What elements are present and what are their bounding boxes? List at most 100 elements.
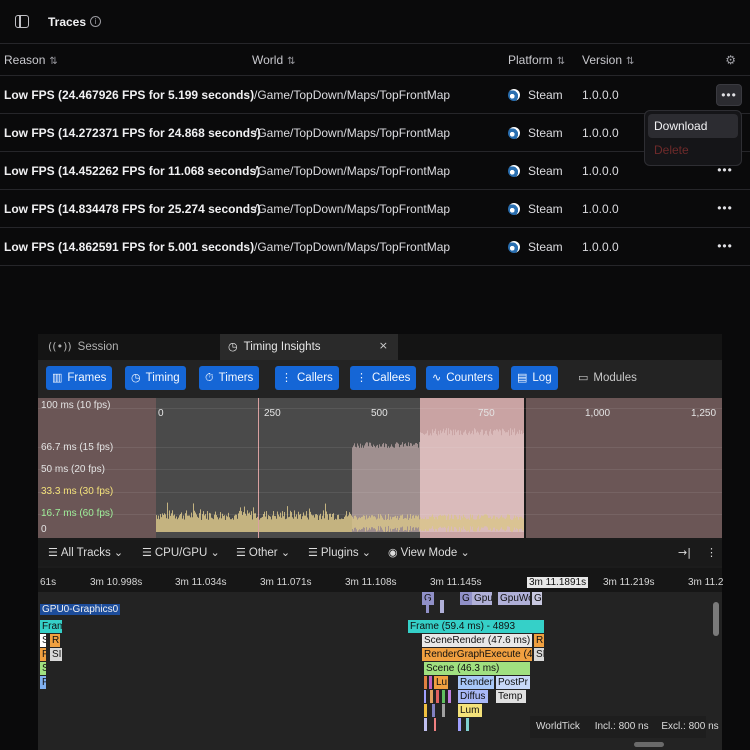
event-tooltip: WorldTick Incl.: 800 ns Excl.: 800 ns bbox=[530, 716, 719, 738]
x-label: 1,250 bbox=[691, 408, 717, 419]
steam-icon bbox=[508, 127, 520, 139]
time-tick: 3m 11.034s bbox=[175, 577, 227, 588]
horizontal-scrollbar[interactable] bbox=[634, 742, 664, 747]
other-menu[interactable]: ☰ Other ⌄ bbox=[236, 546, 293, 559]
column-world[interactable]: World ⇅ bbox=[252, 53, 296, 67]
table-row[interactable]: Low FPS (14.862591 FPS for 5.001 seconds… bbox=[0, 228, 750, 266]
timing-event[interactable]: Gpu bbox=[472, 592, 492, 605]
timing-event[interactable]: GpuWo bbox=[498, 592, 530, 605]
trace-version: 1.0.0.0 bbox=[582, 126, 619, 140]
timing-event[interactable]: P bbox=[40, 676, 46, 689]
more-options-icon[interactable]: ⋮ bbox=[706, 546, 720, 559]
frame-bars bbox=[156, 398, 526, 538]
stopwatch-icon: ⏱ bbox=[205, 371, 214, 384]
frame-event[interactable]: Frame (59.4 ms) - 4893 bbox=[408, 620, 544, 633]
timing-toolbar: ☰ All Tracks ⌄ ☰ CPU/GPU ⌄ ☰ Other ⌄ ☰ Plugi… bbox=[38, 540, 722, 566]
y-label: 33.3 ms (30 fps) bbox=[41, 486, 114, 497]
timing-event[interactable]: R bbox=[50, 634, 60, 647]
row-menu-button[interactable]: ••• bbox=[714, 238, 736, 256]
timing-event[interactable]: Temp bbox=[496, 690, 526, 703]
timing-event[interactable]: SI bbox=[534, 648, 544, 661]
timing-event[interactable]: Lu bbox=[434, 676, 448, 689]
timing-event[interactable]: Lum bbox=[458, 704, 482, 717]
trace-world: /Game/TopDown/Maps/TopFrontMap bbox=[254, 126, 451, 140]
steam-icon bbox=[508, 89, 520, 101]
trace-reason: Low FPS (14.834478 FPS for 25.274 second… bbox=[4, 202, 261, 216]
jump-to-end-icon[interactable]: →| bbox=[678, 546, 694, 559]
chevron-down-icon: ⌄ bbox=[460, 546, 470, 559]
timing-event[interactable]: Render bbox=[458, 676, 494, 689]
table-row[interactable]: Low FPS (14.452262 FPS for 11.068 second… bbox=[0, 152, 750, 190]
trace-platform: Steam bbox=[508, 88, 563, 102]
timing-event[interactable]: S bbox=[40, 662, 46, 675]
timing-event[interactable]: S bbox=[40, 634, 46, 647]
table-row[interactable]: Low FPS (24.467926 FPS for 5.199 seconds… bbox=[0, 76, 750, 114]
render-graph-event[interactable]: RenderGraphExecute (47 bbox=[422, 648, 532, 661]
sidebar-toggle-icon[interactable] bbox=[15, 15, 29, 28]
info-icon[interactable]: i bbox=[90, 16, 101, 27]
cpu-gpu-menu[interactable]: ☰ CPU/GPU ⌄ bbox=[142, 546, 223, 559]
all-tracks-menu[interactable]: ☰ All Tracks ⌄ bbox=[48, 546, 126, 559]
y-label: 16.7 ms (60 fps) bbox=[41, 508, 114, 519]
column-reason[interactable]: Reason ⇅ bbox=[4, 53, 58, 67]
timers-button[interactable]: ⏱ Timers bbox=[199, 366, 260, 390]
timing-event[interactable]: G bbox=[460, 592, 472, 605]
trace-platform: Steam bbox=[508, 126, 563, 140]
table-row[interactable]: Low FPS (14.272371 FPS for 24.868 second… bbox=[0, 114, 750, 152]
callees-icon: ⋮ bbox=[356, 371, 367, 384]
bar-chart-icon: ▥ bbox=[52, 371, 63, 384]
timing-event[interactable]: G bbox=[422, 592, 434, 605]
timing-event[interactable]: Diffus bbox=[458, 690, 488, 703]
row-menu-button[interactable]: ••• bbox=[714, 200, 736, 218]
timing-event[interactable]: P bbox=[40, 648, 46, 661]
timing-button[interactable]: ◷ Timing bbox=[125, 366, 186, 390]
delete-menu-item[interactable]: Delete bbox=[648, 138, 738, 162]
row-menu-dropdown: Download Delete bbox=[644, 110, 742, 166]
scene-render-event[interactable]: SceneRender (47.6 ms) - bbox=[422, 634, 532, 647]
column-version[interactable]: Version ⇅ bbox=[582, 53, 634, 67]
vertical-scrollbar[interactable] bbox=[713, 602, 719, 636]
tab-session[interactable]: ((•)) Session bbox=[48, 334, 220, 360]
timing-tracks[interactable]: GPU0-Graphics0 Fram S R P SI S P G G Gpu… bbox=[38, 592, 722, 750]
time-tick: 61s bbox=[40, 577, 57, 588]
callees-button[interactable]: ⋮ Callees bbox=[350, 366, 417, 390]
steam-icon bbox=[508, 165, 520, 177]
trace-version: 1.0.0.0 bbox=[582, 164, 619, 178]
download-menu-item[interactable]: Download bbox=[648, 114, 738, 138]
timing-event[interactable]: SI bbox=[50, 648, 62, 661]
frames-button[interactable]: ▥ Frames bbox=[46, 366, 113, 390]
frames-graph[interactable]: 100 ms (10 fps) 66.7 ms (15 fps) 50 ms (… bbox=[38, 398, 722, 538]
column-platform[interactable]: Platform ⇅ bbox=[508, 53, 565, 67]
trace-world: /Game/TopDown/Maps/TopFrontMap bbox=[254, 202, 451, 216]
track-label[interactable]: GPU0-Graphics0 bbox=[40, 604, 121, 615]
tab-timing-insights[interactable]: ◷ Timing Insights × bbox=[220, 334, 398, 360]
row-menu-button[interactable]: ••• bbox=[716, 84, 742, 106]
timing-event[interactable]: PostPr bbox=[496, 676, 530, 689]
table-header: Reason ⇅ World ⇅ Platform ⇅ Version ⇅ bbox=[0, 44, 750, 76]
timing-event[interactable]: G bbox=[532, 592, 542, 605]
log-button[interactable]: ▤ Log bbox=[511, 366, 558, 390]
steam-icon bbox=[508, 203, 520, 215]
trace-world: /Game/TopDown/Maps/TopFrontMap bbox=[254, 164, 451, 178]
plugins-menu[interactable]: ☰ Plugins ⌄ bbox=[308, 546, 374, 559]
y-label: 66.7 ms (15 fps) bbox=[41, 442, 114, 453]
timing-event[interactable]: Fram bbox=[40, 620, 62, 633]
column-settings-icon[interactable]: ⚙ bbox=[725, 53, 736, 67]
eye-icon: ◉ bbox=[388, 546, 398, 559]
tracks-icon: ☰ bbox=[236, 546, 246, 559]
chevron-down-icon: ⌄ bbox=[280, 546, 291, 559]
time-tick: 3m 11.108s bbox=[345, 577, 397, 588]
scene-event[interactable]: Scene (46.3 ms) bbox=[424, 662, 530, 675]
x-label: 250 bbox=[264, 408, 281, 419]
timing-insights-window: ((•)) Session ◷ Timing Insights × ▥ Frames ◷… bbox=[38, 334, 723, 750]
callers-button[interactable]: ⋮ Callers bbox=[275, 366, 339, 390]
table-row[interactable]: Low FPS (14.834478 FPS for 25.274 second… bbox=[0, 190, 750, 228]
trace-platform: Steam bbox=[508, 240, 563, 254]
time-ruler[interactable]: 61s 3m 10.998s 3m 11.034s 3m 11.071s 3m … bbox=[38, 568, 723, 592]
close-icon[interactable]: × bbox=[379, 339, 388, 352]
counters-button[interactable]: ∿ Counters bbox=[426, 366, 499, 390]
modules-button[interactable]: ▭ Modules bbox=[572, 366, 643, 390]
view-mode-menu[interactable]: ◉ View Mode ⌄ bbox=[388, 546, 473, 559]
trace-platform: Steam bbox=[508, 202, 563, 216]
timing-event[interactable]: R bbox=[534, 634, 544, 647]
